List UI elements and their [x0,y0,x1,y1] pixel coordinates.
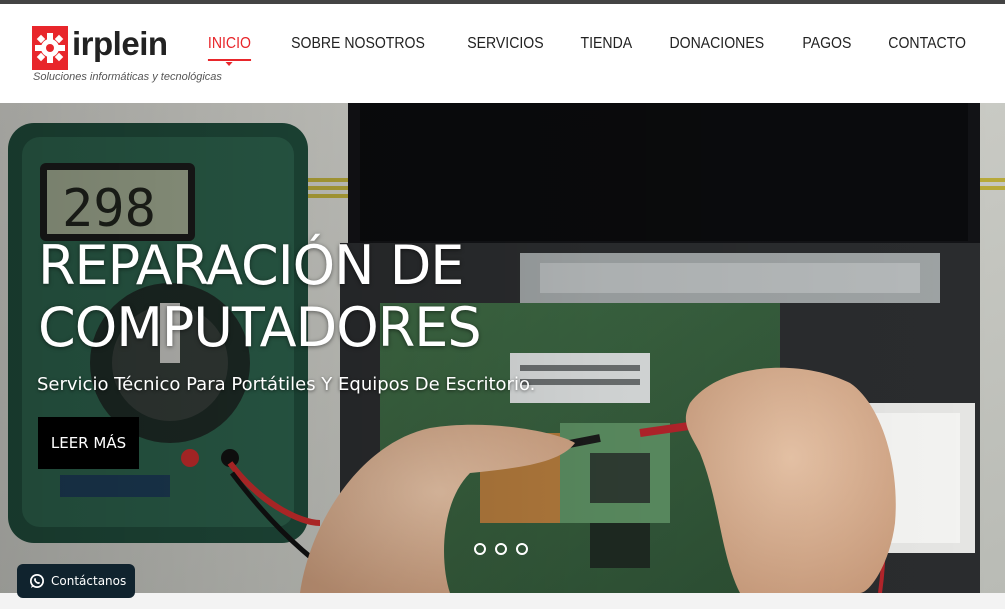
hero-subtitle: Servicio Técnico Para Portátiles Y Equip… [37,374,536,395]
hero-slider: 298 REPARACIÓN DE COMPUTADORES Servicio … [0,103,1005,593]
logo-mark [32,26,68,70]
nav-item-pagos[interactable]: PAGOS [802,35,851,61]
hero-title-line-2: COMPUTADORES [38,296,482,359]
main-nav: INICIO SOBRE NOSOTROS SERVICIOS TIENDA D… [205,35,971,66]
hero-title: REPARACIÓN DE COMPUTADORES [38,235,598,359]
slider-pagination [474,543,528,555]
whatsapp-contact-button[interactable]: Contáctanos [17,564,135,598]
site-header: irplein Soluciones informáticas y tecnol… [0,4,1005,103]
slider-dot-3[interactable] [516,543,528,555]
slider-dot-2[interactable] [495,543,507,555]
slider-dot-1[interactable] [474,543,486,555]
page-bottom-strip [0,593,1005,609]
nav-item-sobre-nosotros[interactable]: SOBRE NOSOTROS [291,35,425,61]
nav-item-servicios[interactable]: SERVICIOS [467,35,543,61]
gear-icon [35,33,65,63]
nav-item-inicio[interactable]: INICIO [207,35,251,66]
nav-item-tienda[interactable]: TIENDA [580,35,632,61]
site-logo[interactable]: irplein Soluciones informáticas y tecnol… [32,23,232,89]
nav-item-donaciones[interactable]: DONACIONES [670,35,765,61]
logo-tagline: Soluciones informáticas y tecnológicas [33,71,222,83]
whatsapp-icon [30,574,44,588]
read-more-button[interactable]: LEER MÁS [38,417,139,469]
hero-title-line-1: REPARACIÓN DE [38,234,464,297]
whatsapp-label: Contáctanos [51,574,127,588]
nav-item-contacto[interactable]: CONTACTO [888,35,966,61]
logo-name: irplein [72,25,168,62]
